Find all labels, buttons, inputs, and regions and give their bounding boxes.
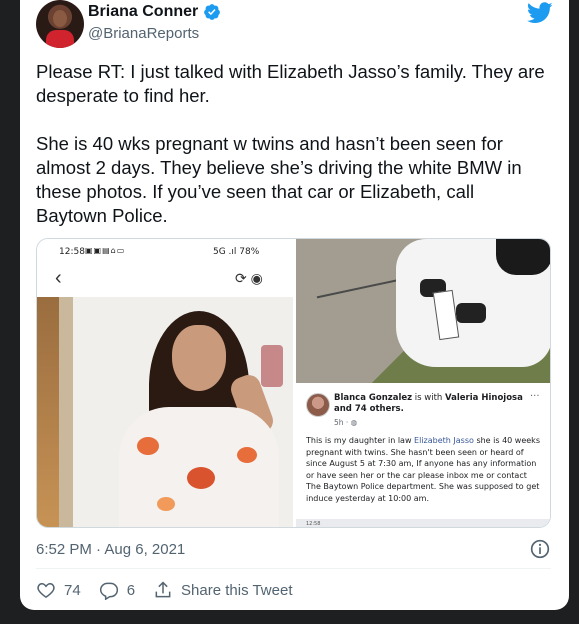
share-icon (155, 581, 171, 598)
back-chevron-icon: ‹ (55, 267, 62, 289)
share-button[interactable]: Share this Tweet (153, 580, 292, 600)
fb-post-body: This is my daughter in law Elizabeth Jas… (306, 435, 544, 504)
tweet-paragraph-1: Please RT: I just talked with Elizabeth … (36, 61, 545, 106)
tweet-actions: 74 6 Share this Tweet (36, 580, 310, 600)
verified-badge-icon (204, 4, 221, 20)
author-avatar[interactable] (36, 0, 84, 48)
phone-status-time: 12:58 (59, 247, 85, 257)
phone-nav-row: ‹ ⟳ ◉ (37, 265, 293, 293)
fb-meta: 5h · ◍ (334, 418, 358, 427)
fb-text-before: This is my daughter in law (306, 436, 412, 445)
footer-divider (36, 568, 551, 569)
fb-post-header: Blanca Gonzalez is with Valeria Hinojosa… (334, 393, 529, 415)
fb-bottom-status: 12:58 (306, 521, 321, 527)
author-name[interactable]: Briana Conner (88, 3, 198, 21)
media-image-right[interactable]: Blanca Gonzalez is with Valeria Hinojosa… (296, 239, 550, 527)
avatar-dress (46, 30, 74, 48)
fb-author: Blanca Gonzalez (334, 393, 413, 403)
car-photo (296, 239, 550, 383)
heart-icon (37, 582, 55, 598)
phone-status-right: 5G .ıl 78% (213, 247, 260, 257)
share-label: Share this Tweet (181, 581, 293, 599)
dress-flower (187, 467, 215, 489)
reply-button[interactable]: 6 (99, 580, 135, 600)
author-handle[interactable]: @BrianaReports (88, 25, 199, 42)
fb-link: Elizabeth Jasso (414, 436, 474, 445)
reply-icon (99, 582, 118, 600)
fb-text-after: she is 40 weeks pregnant with twins. She… (306, 436, 540, 503)
avatar-face (53, 10, 67, 27)
phone-status-bar: 12:58 ▣▣▤⌂▭ 5G .ıl 78% (37, 239, 293, 261)
reply-count: 6 (126, 581, 136, 599)
media-image-left[interactable]: 12:58 ▣▣▤⌂▭ 5G .ıl 78% ‹ ⟳ ◉ (37, 239, 293, 527)
tweet-timestamp[interactable]: 6:52 PM · Aug 6, 2021 (36, 541, 185, 558)
info-icon[interactable] (530, 539, 550, 559)
phone-in-hand (261, 345, 283, 387)
fb-and-others: and 74 others. (334, 404, 404, 414)
fb-avatar (306, 393, 330, 417)
tweet-media[interactable]: 12:58 ▣▣▤⌂▭ 5G .ıl 78% ‹ ⟳ ◉ Blanca Gonz… (36, 238, 551, 528)
pavement-crack (316, 277, 406, 299)
twitter-bird-icon[interactable] (527, 2, 553, 24)
dress-flower (137, 437, 159, 455)
author-name-row[interactable]: Briana Conner (88, 3, 221, 21)
dress-flower (157, 497, 175, 511)
fb-with-text: is with (414, 393, 443, 403)
facebook-post: Blanca Gonzalez is with Valeria Hinojosa… (296, 385, 550, 527)
selfie-photo (37, 297, 293, 527)
view-icons: ⟳ ◉ (235, 270, 263, 286)
dress-flower (237, 447, 257, 463)
fb-bottom-strip: 12:58 (296, 519, 550, 527)
car-grille-right (456, 303, 486, 323)
person-face (172, 325, 226, 391)
more-dots-icon: ··· (530, 391, 540, 402)
like-count: 74 (64, 581, 81, 599)
fb-tagged: Valeria Hinojosa (445, 393, 523, 403)
like-button[interactable]: 74 (36, 580, 81, 600)
car-wheel (496, 239, 550, 275)
phone-notification-icons: ▣▣▤⌂▭ (85, 246, 126, 255)
tweet-text: Please RT: I just talked with Elizabeth … (36, 60, 546, 252)
door-frame (37, 297, 59, 527)
tweet-paragraph-2: She is 40 wks pregnant w twins and hasn’… (36, 133, 522, 226)
